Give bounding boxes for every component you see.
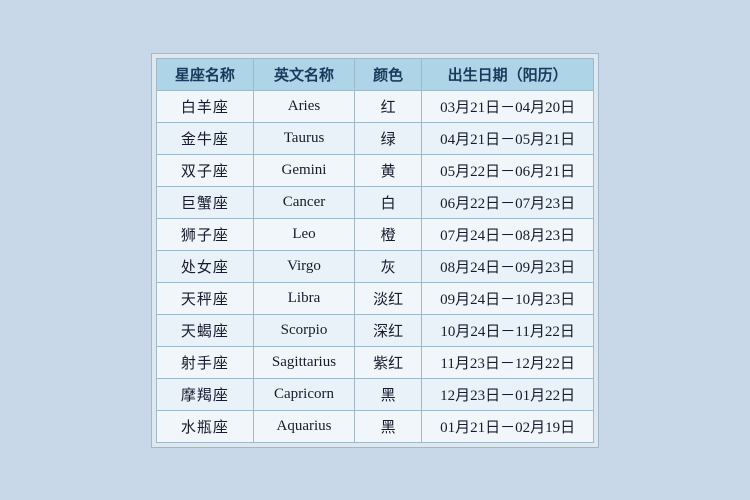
- cell-english: Aries: [253, 90, 354, 122]
- table-row: 射手座Sagittarius紫红11月23日－12月22日: [156, 346, 593, 378]
- cell-chinese: 巨蟹座: [156, 186, 253, 218]
- cell-english: Aquarius: [253, 410, 354, 442]
- cell-dates: 08月24日－09月23日: [422, 250, 594, 282]
- cell-english: Taurus: [253, 122, 354, 154]
- cell-english: Libra: [253, 282, 354, 314]
- cell-dates: 11月23日－12月22日: [422, 346, 594, 378]
- cell-dates: 01月21日－02月19日: [422, 410, 594, 442]
- cell-english: Sagittarius: [253, 346, 354, 378]
- cell-english: Scorpio: [253, 314, 354, 346]
- zodiac-table-container: 星座名称 英文名称 颜色 出生日期（阳历） 白羊座Aries红03月21日－04…: [151, 53, 599, 448]
- cell-english: Leo: [253, 218, 354, 250]
- zodiac-table: 星座名称 英文名称 颜色 出生日期（阳历） 白羊座Aries红03月21日－04…: [156, 58, 594, 443]
- cell-english: Capricorn: [253, 378, 354, 410]
- cell-dates: 06月22日－07月23日: [422, 186, 594, 218]
- cell-chinese: 白羊座: [156, 90, 253, 122]
- table-header-row: 星座名称 英文名称 颜色 出生日期（阳历）: [156, 58, 593, 90]
- col-header-color: 颜色: [355, 58, 422, 90]
- table-row: 天蝎座Scorpio深红10月24日－11月22日: [156, 314, 593, 346]
- cell-color: 黑: [355, 410, 422, 442]
- table-row: 摩羯座Capricorn黑12月23日－01月22日: [156, 378, 593, 410]
- cell-dates: 12月23日－01月22日: [422, 378, 594, 410]
- cell-chinese: 射手座: [156, 346, 253, 378]
- cell-dates: 09月24日－10月23日: [422, 282, 594, 314]
- cell-chinese: 天秤座: [156, 282, 253, 314]
- table-row: 双子座Gemini黄05月22日－06月21日: [156, 154, 593, 186]
- cell-color: 深红: [355, 314, 422, 346]
- table-row: 水瓶座Aquarius黑01月21日－02月19日: [156, 410, 593, 442]
- table-row: 狮子座Leo橙07月24日－08月23日: [156, 218, 593, 250]
- cell-color: 黄: [355, 154, 422, 186]
- cell-chinese: 水瓶座: [156, 410, 253, 442]
- col-header-english: 英文名称: [253, 58, 354, 90]
- cell-color: 绿: [355, 122, 422, 154]
- cell-english: Gemini: [253, 154, 354, 186]
- cell-color: 紫红: [355, 346, 422, 378]
- table-row: 白羊座Aries红03月21日－04月20日: [156, 90, 593, 122]
- cell-dates: 07月24日－08月23日: [422, 218, 594, 250]
- cell-color: 黑: [355, 378, 422, 410]
- cell-chinese: 金牛座: [156, 122, 253, 154]
- cell-dates: 10月24日－11月22日: [422, 314, 594, 346]
- cell-color: 白: [355, 186, 422, 218]
- table-row: 天秤座Libra淡红09月24日－10月23日: [156, 282, 593, 314]
- table-row: 巨蟹座Cancer白06月22日－07月23日: [156, 186, 593, 218]
- cell-dates: 03月21日－04月20日: [422, 90, 594, 122]
- table-row: 金牛座Taurus绿04月21日－05月21日: [156, 122, 593, 154]
- col-header-dates: 出生日期（阳历）: [422, 58, 594, 90]
- cell-color: 橙: [355, 218, 422, 250]
- cell-chinese: 处女座: [156, 250, 253, 282]
- cell-dates: 05月22日－06月21日: [422, 154, 594, 186]
- cell-chinese: 狮子座: [156, 218, 253, 250]
- cell-chinese: 天蝎座: [156, 314, 253, 346]
- cell-english: Cancer: [253, 186, 354, 218]
- cell-english: Virgo: [253, 250, 354, 282]
- table-row: 处女座Virgo灰08月24日－09月23日: [156, 250, 593, 282]
- cell-color: 淡红: [355, 282, 422, 314]
- cell-chinese: 双子座: [156, 154, 253, 186]
- cell-color: 灰: [355, 250, 422, 282]
- cell-chinese: 摩羯座: [156, 378, 253, 410]
- col-header-chinese: 星座名称: [156, 58, 253, 90]
- cell-color: 红: [355, 90, 422, 122]
- cell-dates: 04月21日－05月21日: [422, 122, 594, 154]
